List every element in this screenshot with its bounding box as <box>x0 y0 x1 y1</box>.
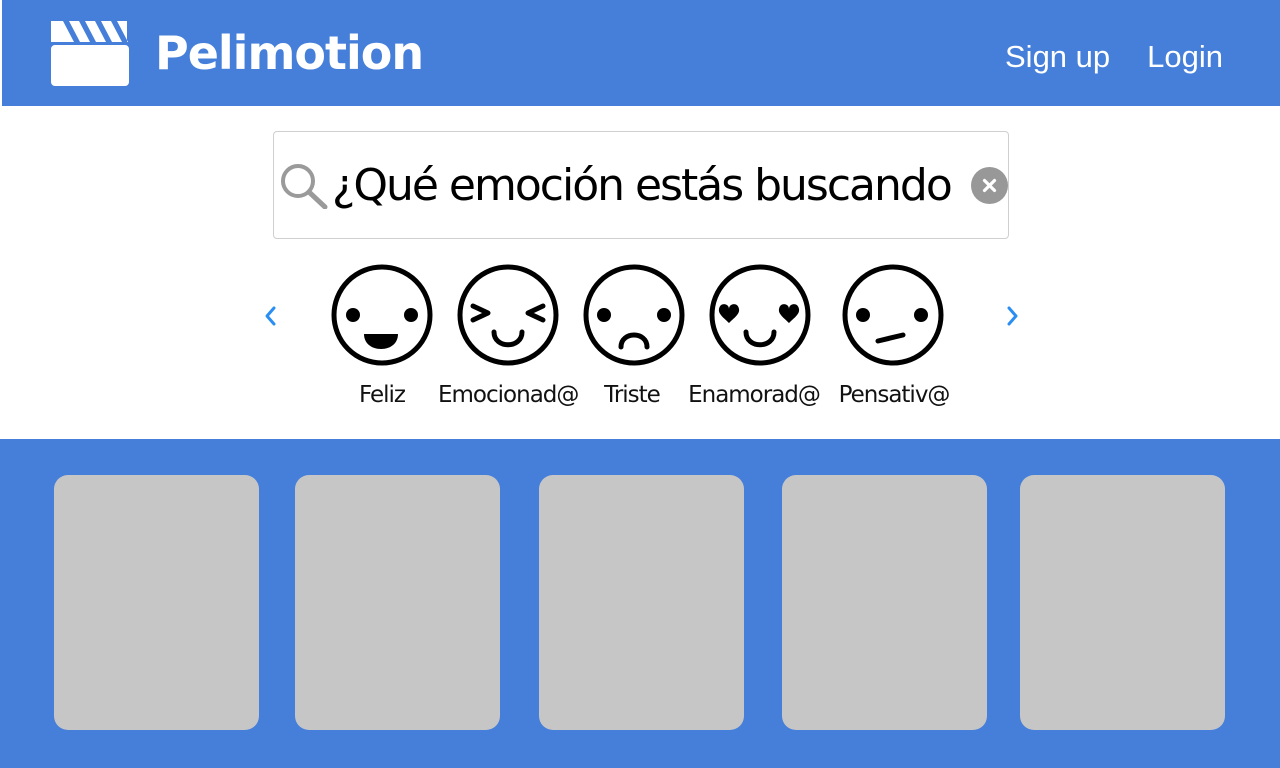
search-icon <box>281 164 328 209</box>
emotion-label: Pensativ@ <box>838 382 951 408</box>
emotion-label: Triste <box>604 382 661 408</box>
brand-name: Pelimotion <box>155 26 424 80</box>
emotion-label: Enamorad@ <box>688 382 821 408</box>
in-love-face-icon <box>709 264 811 366</box>
emotion-search-box <box>273 131 1009 239</box>
emotion-label: Feliz <box>359 382 406 408</box>
clear-search-button[interactable] <box>971 167 1008 204</box>
emotion-triste[interactable]: Triste <box>562 263 702 413</box>
header-nav: Sign up Login <box>1005 37 1223 77</box>
emotion-emocionad[interactable]: Emocionad@ <box>438 263 579 413</box>
sad-face-icon <box>583 264 685 366</box>
movie-card[interactable] <box>295 475 500 730</box>
emotion-feliz[interactable]: Feliz <box>312 263 452 413</box>
emotion-pensativ[interactable]: Pensativ@ <box>824 263 964 413</box>
movie-gallery <box>0 439 1280 768</box>
carousel-next-button[interactable] <box>1004 302 1024 330</box>
clear-icon <box>982 178 997 193</box>
clapperboard-icon <box>51 21 129 86</box>
emotion-label: Emocionad@ <box>438 382 579 408</box>
emotion-enamorad[interactable]: Enamorad@ <box>684 263 824 413</box>
movie-card[interactable] <box>54 475 259 730</box>
emotion-search-input[interactable] <box>332 152 952 218</box>
top-header: Pelimotion Sign up Login <box>2 0 1280 106</box>
chevron-right-icon <box>1007 306 1018 326</box>
thinking-face-icon <box>842 264 944 366</box>
chevron-left-icon <box>265 306 276 326</box>
movie-card[interactable] <box>782 475 987 730</box>
brand-logo[interactable]: Pelimotion <box>49 20 424 86</box>
happy-face-icon <box>331 264 433 366</box>
login-link[interactable]: Login <box>1147 37 1223 77</box>
signup-link[interactable]: Sign up <box>1005 37 1110 77</box>
movie-card[interactable] <box>1020 475 1225 730</box>
carousel-prev-button[interactable] <box>261 302 281 330</box>
movie-card[interactable] <box>539 475 744 730</box>
excited-face-icon <box>457 264 559 366</box>
